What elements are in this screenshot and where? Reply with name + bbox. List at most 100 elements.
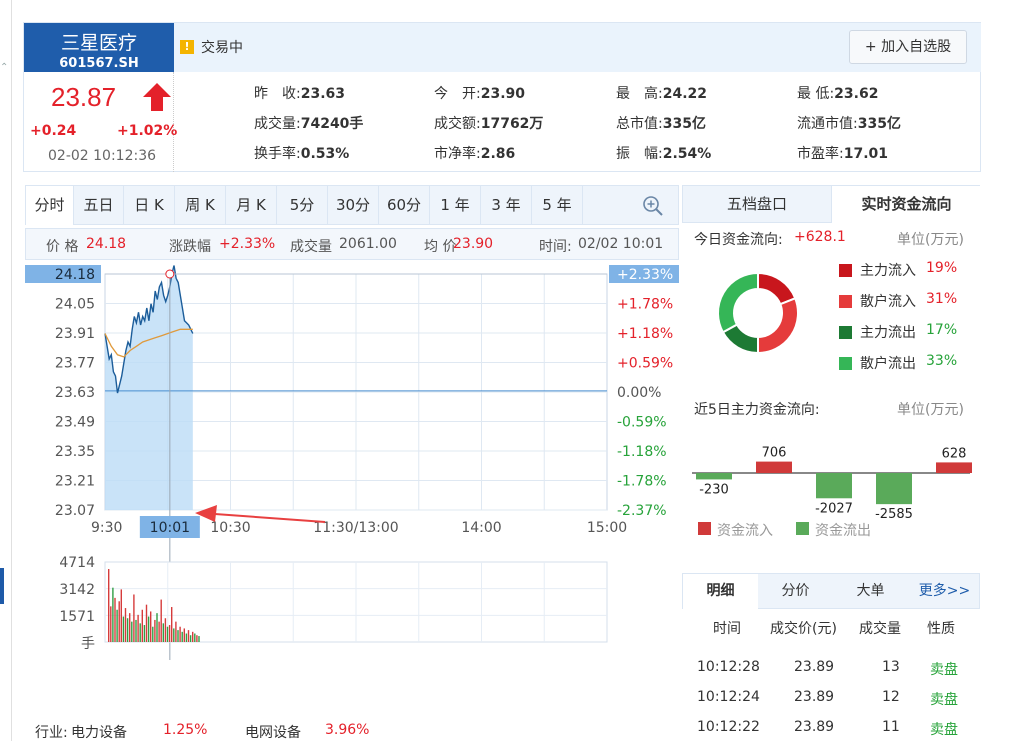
tab-chart-period[interactable]: 5 年	[532, 186, 583, 225]
quote-label: 成交量:	[254, 116, 301, 132]
quote-value: 17762万	[480, 116, 544, 132]
volume-bar	[135, 619, 137, 642]
volume-tick-label: 手	[81, 636, 95, 652]
volume-bar	[145, 604, 148, 642]
zoom-in-icon[interactable]	[642, 195, 664, 217]
quote-datetime: 02-02 10:12:36	[48, 148, 157, 164]
tab-trade-detail[interactable]: 更多>>	[908, 574, 981, 609]
pct-tick-label: +0.59%	[617, 356, 673, 372]
quote-label: 换手率:	[254, 146, 301, 162]
pct-tick-label: 0.00%	[617, 385, 661, 401]
tab-chart-period[interactable]: 30分	[328, 186, 379, 225]
info-vol: 2061.00	[339, 236, 397, 252]
quote-cell: 振 幅:2.54%	[616, 143, 711, 163]
donut-slice	[757, 296, 799, 355]
quote-value: 2.86	[480, 146, 516, 162]
trade-detail-header: 时间 成交价(元) 成交量 性质	[682, 612, 980, 642]
tab-trade-detail[interactable]: 分价	[758, 574, 833, 609]
pie-legend-label: 散户流出	[860, 356, 916, 372]
volume-bar	[154, 619, 156, 642]
status-bar: ! 交易中 + 加入自选股	[174, 23, 981, 72]
info-time: 02/02 10:01	[578, 236, 664, 252]
tab-chart-period[interactable]: 五日	[74, 186, 124, 225]
quote-value: 17.01	[843, 146, 889, 162]
pct-tick-label: -0.59%	[617, 415, 667, 431]
price-tick-label: 24.05	[55, 297, 95, 313]
trade-row: 10:12:22 23.89 11 卖盘	[682, 713, 980, 743]
five-day-flow-chart: -230 706 -2027 -2585 628	[692, 446, 972, 522]
today-flow-value: +628.1	[794, 229, 846, 245]
trade-cell: 12	[882, 689, 900, 705]
current-price: 23.87	[51, 82, 117, 112]
pie-legend-label: 主力流入	[860, 263, 916, 279]
concept-name[interactable]: 电网设备	[245, 722, 301, 742]
right-panel-tabs: 五档盘口 实时资金流向	[682, 185, 981, 223]
volume-bar	[183, 628, 185, 642]
five-day-value: -2027	[815, 501, 853, 516]
trade-cell: 23.89	[794, 689, 835, 705]
time-tick-label: 15:00	[587, 520, 627, 536]
volume-bar	[198, 636, 200, 642]
add-watch-label: 加入自选股	[881, 39, 952, 55]
tab-chart-period[interactable]: 分时	[26, 186, 74, 225]
volume-bar	[181, 631, 183, 642]
tab-trade-detail[interactable]: 大单	[833, 574, 908, 609]
volume-bar	[124, 608, 127, 642]
tab-chart-period[interactable]: 1 年	[430, 186, 481, 225]
tab-chart-period[interactable]: 60分	[379, 186, 430, 225]
pie-legend-label: 散户流入	[860, 294, 916, 310]
volume-bar	[147, 616, 150, 642]
trade-cell: 23.89	[794, 719, 835, 735]
info-pct: +2.33%	[219, 236, 276, 252]
price-tick-label: 23.77	[55, 356, 95, 372]
tab-chart-period[interactable]: 周 K	[175, 186, 226, 225]
five-day-value: -2585	[875, 507, 913, 522]
volume-bar	[162, 623, 164, 642]
quote-value: 24.22	[662, 86, 708, 102]
side-tab-marker[interactable]	[0, 568, 4, 604]
trade-cell: 卖盘	[930, 692, 958, 708]
stock-name-box: 三星医疗 601567.SH	[24, 23, 174, 72]
info-price: 24.18	[86, 236, 127, 252]
volume-bar	[118, 601, 120, 642]
volume-bar	[150, 611, 152, 642]
intraday-chart[interactable]: 24.18 24.05 23.91 23.77 23.63 23.49 23.35 23.21…	[25, 262, 679, 742]
tab-chart-period[interactable]: 月 K	[226, 186, 277, 225]
pie-legend-pct: 17%	[926, 322, 958, 338]
tab-right-panel[interactable]: 实时资金流向	[831, 186, 981, 223]
quote-label: 市净率:	[434, 146, 481, 162]
quote-label: 总市值:	[616, 116, 663, 132]
volume-bar	[168, 625, 171, 642]
volume-bar	[160, 599, 162, 642]
donut-slice	[717, 271, 759, 334]
volume-bar	[171, 607, 173, 642]
add-to-watchlist-button[interactable]: + 加入自选股	[849, 30, 967, 64]
pie-legend-swatch	[839, 295, 852, 308]
volume-bar	[177, 630, 179, 642]
trade-cell: 卖盘	[930, 722, 958, 738]
quote-cell: 换手率:0.53%	[254, 143, 349, 163]
pie-legend-pct: 31%	[926, 291, 958, 307]
crosshair-time-label: 10:01	[150, 520, 190, 536]
tab-right-panel[interactable]: 五档盘口	[683, 186, 831, 223]
industry-name[interactable]: 电力设备	[71, 722, 127, 742]
volume-bar	[158, 621, 160, 642]
legend-out-label: 资金流出	[815, 523, 871, 539]
industry-label: 行业:	[35, 725, 68, 741]
price-change-pct: +1.02%	[117, 123, 178, 139]
tab-chart-period[interactable]: 5分	[277, 186, 328, 225]
trade-cell: 10:12:28	[697, 659, 760, 675]
quote-value: 23.63	[300, 86, 346, 102]
price-tick-label: 24.18	[55, 267, 95, 283]
tab-chart-period[interactable]: 日 K	[124, 186, 175, 225]
volume-bar	[108, 569, 110, 642]
five-day-bar	[876, 473, 912, 505]
tab-chart-period[interactable]: 3 年	[481, 186, 532, 225]
five-day-value: 706	[762, 446, 787, 461]
trade-row: 10:12:28 23.89 13 卖盘	[682, 653, 980, 683]
tab-trade-detail[interactable]: 明细	[683, 574, 758, 609]
pie-legend-pct: 33%	[926, 353, 958, 369]
quote-cell: 成交量:74240手	[254, 113, 363, 133]
collapse-chevron-icon[interactable]: ⌃	[0, 62, 10, 73]
quote-label: 市盈率:	[797, 146, 844, 162]
